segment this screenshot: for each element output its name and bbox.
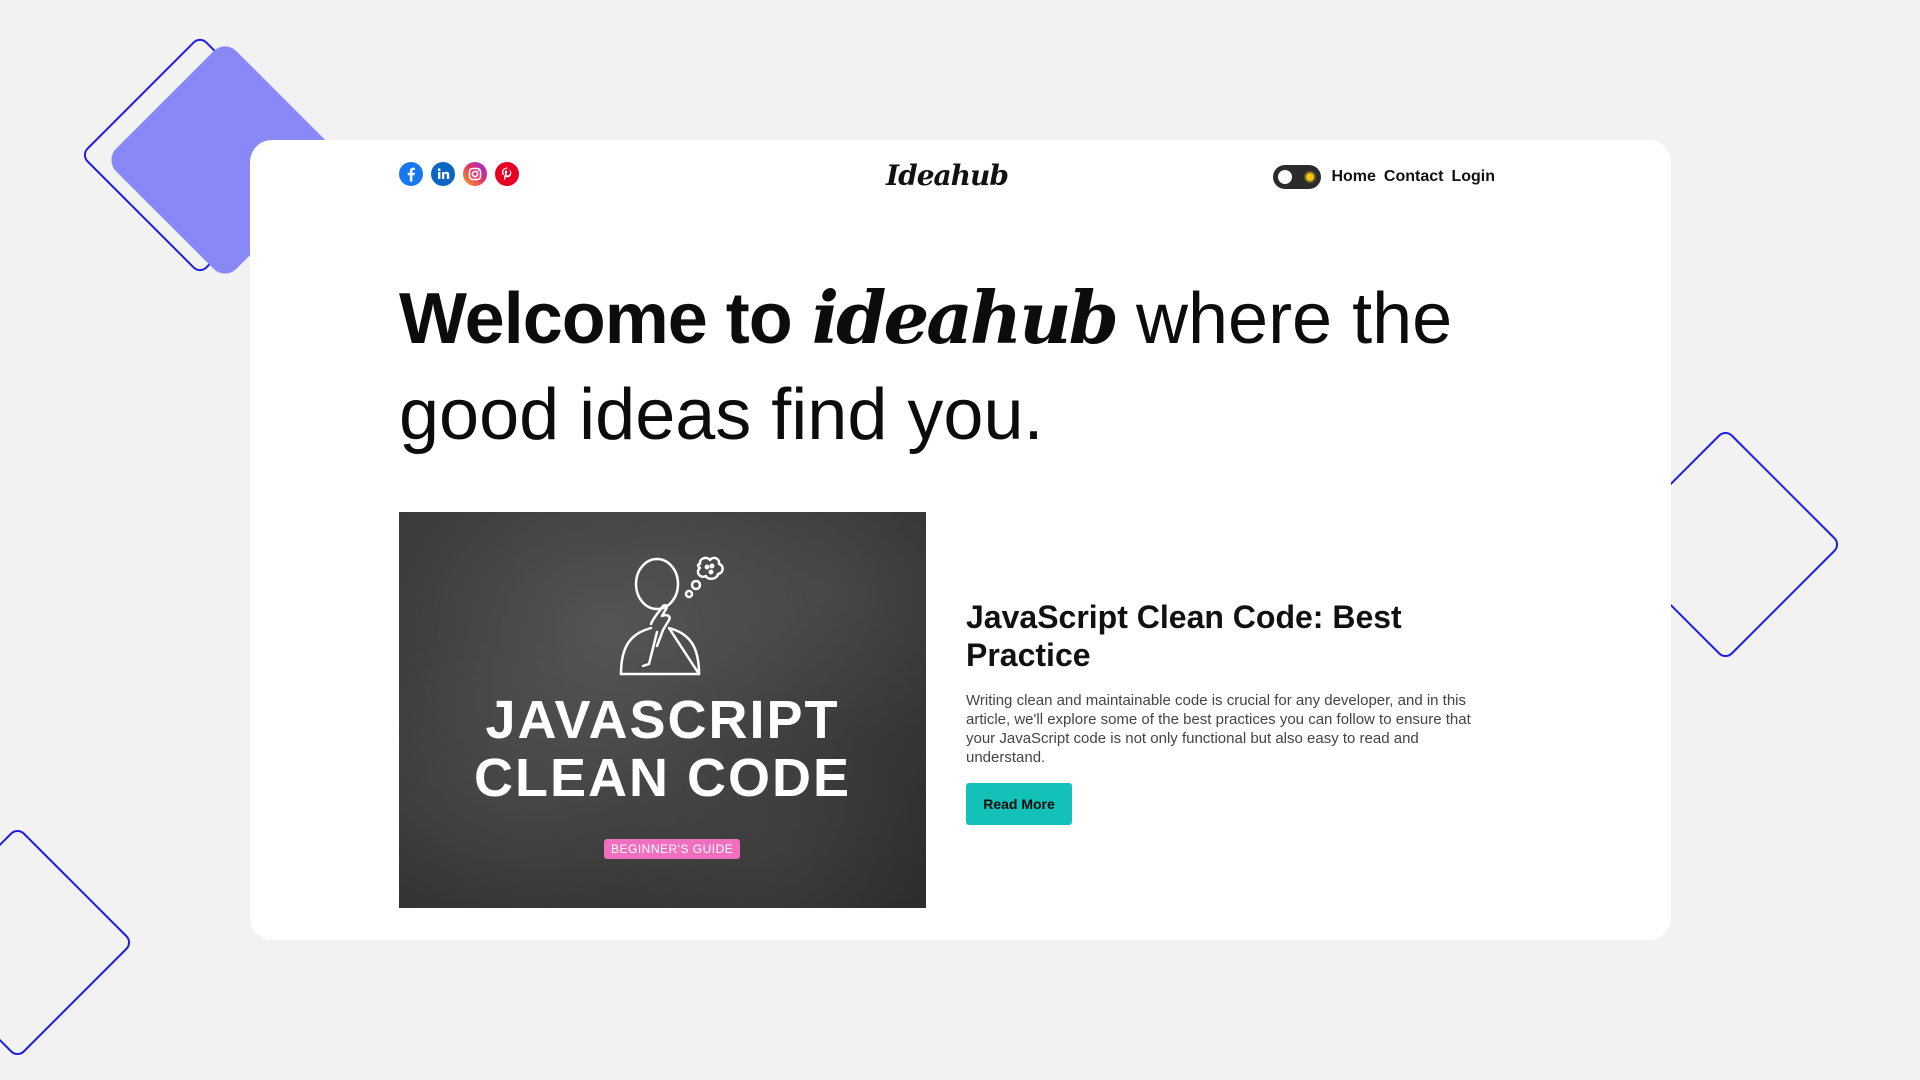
article-excerpt: Writing clean and maintainable code is c… (966, 692, 1471, 766)
hero-heading: Welcome to ideahub where the good ideas … (399, 270, 1459, 463)
instagram-icon[interactable] (463, 162, 487, 186)
thumbnail-title-line1: JAVASCRIPT (485, 690, 840, 750)
read-more-button[interactable]: Read More (966, 783, 1072, 825)
article-title[interactable]: JavaScript Clean Code: Best Practice (966, 598, 1486, 674)
thumbnail-title-line2: CLEAN CODE (473, 748, 851, 808)
site-header: Ideahub Home Contact Login (399, 159, 1495, 202)
nav-home-link[interactable]: Home (1331, 168, 1375, 186)
hero-brand: ideahub (811, 275, 1119, 360)
main-nav: Home Contact Login (1273, 165, 1495, 189)
article-thumbnail[interactable]: JAVASCRIPT CLEAN CODE BEGINNER'S GUIDE (399, 512, 926, 908)
pinterest-icon[interactable] (495, 162, 519, 186)
sun-icon (1306, 173, 1315, 181)
nav-contact-link[interactable]: Contact (1384, 168, 1444, 186)
hero-prefix: Welcome to (399, 279, 793, 359)
toggle-knob (1278, 170, 1293, 184)
facebook-icon[interactable] (399, 162, 423, 186)
theme-toggle[interactable] (1273, 165, 1322, 189)
decorative-outline-diamond (0, 825, 135, 1060)
nav-login-link[interactable]: Login (1451, 168, 1495, 186)
thinking-person-icon (619, 556, 724, 676)
linkedin-icon[interactable] (431, 162, 455, 186)
site-logo[interactable]: Ideahub (886, 159, 1009, 192)
thumbnail-badge: BEGINNER'S GUIDE (604, 839, 741, 859)
main-card: Ideahub Home Contact Login Welcome to id… (250, 140, 1671, 940)
social-links (399, 162, 519, 186)
